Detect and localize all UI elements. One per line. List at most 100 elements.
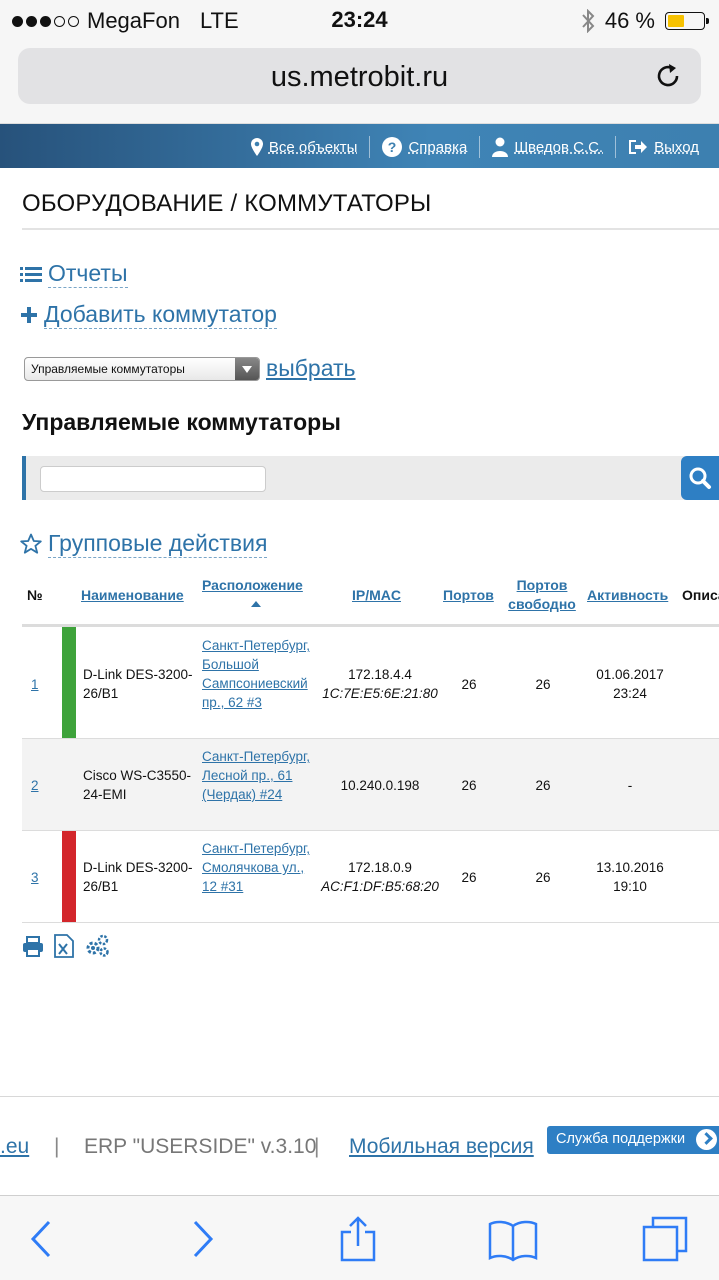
excel-export-icon[interactable] — [54, 934, 74, 958]
nav-all-objects[interactable]: Все объекты — [250, 138, 358, 156]
activity-date: 13.10.2016 — [596, 860, 664, 875]
status-indicator — [62, 739, 76, 830]
mac-address: AC:F1:DF:B5:68:20 — [321, 879, 439, 894]
status-right: 46 % — [581, 8, 709, 34]
activity-time: 23:24 — [613, 686, 647, 701]
column-ipmac[interactable]: IP/MAC — [352, 586, 401, 605]
map-pin-icon — [250, 138, 263, 156]
support-button[interactable]: Служба поддержки — [547, 1126, 719, 1154]
ports-count: 26 — [461, 778, 477, 793]
filter-row: Управляемые коммутаторы выбрать — [24, 355, 356, 382]
column-location[interactable]: Расположение — [202, 576, 303, 595]
footer-divider — [0, 1096, 719, 1097]
page-title: ОБОРУДОВАНИЕ / КОММУТАТОРЫ — [22, 190, 432, 217]
nav-user[interactable]: Шведов С.С. — [492, 137, 603, 157]
search-button[interactable] — [681, 456, 719, 500]
print-icon[interactable] — [22, 935, 44, 957]
select-apply-link[interactable]: выбрать — [266, 355, 356, 382]
device-location-link[interactable]: Санкт-Петербург, Большой Сампсониевский … — [202, 636, 317, 712]
device-location-link[interactable]: Санкт-Петербург, Смолячкова ул., 12 #31 — [202, 839, 317, 896]
status-indicator — [62, 831, 76, 922]
url-text: us.metrobit.ru — [270, 61, 449, 93]
column-ports[interactable]: Портов — [443, 586, 494, 605]
switch-type-select[interactable]: Управляемые коммутаторы — [24, 356, 260, 381]
footer: .eu | ERP "USERSIDE" v.3.10 | Мобильная … — [0, 1126, 719, 1166]
forward-icon[interactable] — [178, 1214, 228, 1264]
footer-eu-link[interactable]: .eu — [0, 1135, 29, 1159]
bookmarks-icon[interactable] — [488, 1214, 538, 1264]
ports-count: 26 — [461, 870, 477, 885]
table-row[interactable]: 3 D-Link DES-3200-26/B1 Санкт-Петербург,… — [22, 831, 719, 923]
ports-count: 26 — [461, 677, 477, 692]
settings-gears-icon[interactable] — [84, 934, 110, 958]
column-num: № — [27, 587, 43, 603]
activity: 13.10.2016 19:10 — [590, 858, 670, 896]
group-actions-link[interactable]: Групповые действия — [20, 530, 268, 558]
device-location-link[interactable]: Санкт-Петербург, Лесной пр., 61 (Чердак)… — [202, 747, 317, 804]
column-name[interactable]: Наименование — [81, 586, 184, 605]
reports-label: Отчеты — [48, 260, 128, 288]
activity: - — [590, 776, 670, 795]
ip-mac: 172.18.0.9 AC:F1:DF:B5:68:20 — [320, 858, 440, 896]
column-ports-free-line2: свободно — [508, 596, 576, 612]
search-input[interactable] — [40, 466, 266, 492]
svg-text:?: ? — [388, 139, 397, 155]
activity-time: 19:10 — [613, 879, 647, 894]
sort-asc-icon — [251, 601, 261, 607]
table-tools — [22, 934, 110, 958]
search-icon — [689, 467, 711, 489]
url-field[interactable]: us.metrobit.ru — [18, 48, 701, 104]
activity: 01.06.2017 23:24 — [590, 665, 670, 703]
footer-mobile-version-link[interactable]: Мобильная версия — [349, 1135, 534, 1159]
table-row[interactable]: 2 Cisco WS-C3550-24-EMI Санкт-Петербург,… — [22, 739, 719, 831]
row-number-link[interactable]: 1 — [31, 675, 39, 694]
device-name: D-Link DES-3200-26/B1 — [83, 860, 193, 894]
group-actions-label: Групповые действия — [48, 530, 268, 558]
section-title: Управляемые коммутаторы — [22, 409, 341, 435]
share-icon[interactable] — [333, 1214, 383, 1264]
tabs-icon[interactable] — [640, 1214, 690, 1264]
top-navigation: Все объекты ? Справка Шведов С.С. Выход — [0, 124, 719, 168]
ip-address: 10.240.0.198 — [340, 778, 420, 793]
nav-help-label: Справка — [408, 138, 468, 156]
nav-help[interactable]: ? Справка — [382, 137, 467, 157]
add-switch-link[interactable]: Добавить коммутатор — [20, 301, 277, 329]
browser-address-bar: us.metrobit.ru — [0, 40, 719, 124]
device-name: D-Link DES-3200-26/B1 — [83, 667, 193, 701]
table-row[interactable]: 1 D-Link DES-3200-26/B1 Санкт-Петербург,… — [22, 627, 719, 739]
ip-mac: 10.240.0.198 — [320, 776, 440, 795]
nav-user-label: Шведов С.С. — [514, 138, 604, 156]
activity-date: - — [627, 778, 633, 793]
ip-mac: 172.18.4.4 1C:7E:E5:6E:21:80 — [320, 665, 440, 703]
column-ports-free-line1: Портов — [516, 577, 568, 593]
help-icon: ? — [382, 137, 403, 157]
status-indicator — [62, 627, 76, 738]
add-switch-label: Добавить коммутатор — [44, 301, 277, 329]
device-name: Cisco WS-C3550-24-EMI — [83, 768, 192, 802]
row-number-link[interactable]: 3 — [31, 868, 39, 887]
row-number-link[interactable]: 2 — [31, 776, 39, 795]
nav-all-objects-label: Все объекты — [268, 138, 358, 156]
nav-logout-label: Выход — [654, 138, 699, 156]
chevron-right-icon — [696, 1129, 717, 1150]
bluetooth-icon — [582, 9, 595, 33]
status-bar: MegaFon LTE 23:24 46 % — [0, 0, 719, 40]
back-icon[interactable] — [16, 1214, 66, 1264]
chevron-down-icon — [235, 357, 259, 380]
reload-icon[interactable] — [653, 61, 683, 91]
user-icon — [492, 137, 509, 157]
reports-link[interactable]: Отчеты — [20, 260, 128, 288]
column-activity[interactable]: Активность — [587, 586, 668, 605]
select-value: Управляемые коммутаторы — [31, 361, 185, 376]
footer-erp-version: ERP "USERSIDE" v.3.10 — [84, 1135, 317, 1158]
search-bar — [22, 456, 719, 500]
column-ports-free[interactable]: Портов свободно — [507, 576, 577, 614]
nav-logout[interactable]: Выход — [628, 138, 699, 156]
mac-address: 1C:7E:E5:6E:21:80 — [322, 686, 438, 701]
ip-address: 172.18.0.9 — [348, 860, 412, 875]
divider — [22, 228, 719, 230]
ports-free-count: 26 — [535, 677, 551, 692]
ports-free-count: 26 — [535, 870, 551, 885]
support-label: Служба поддержки — [556, 1131, 686, 1147]
table-header: № Наименование Расположение IP/MAC Порто… — [22, 572, 719, 626]
